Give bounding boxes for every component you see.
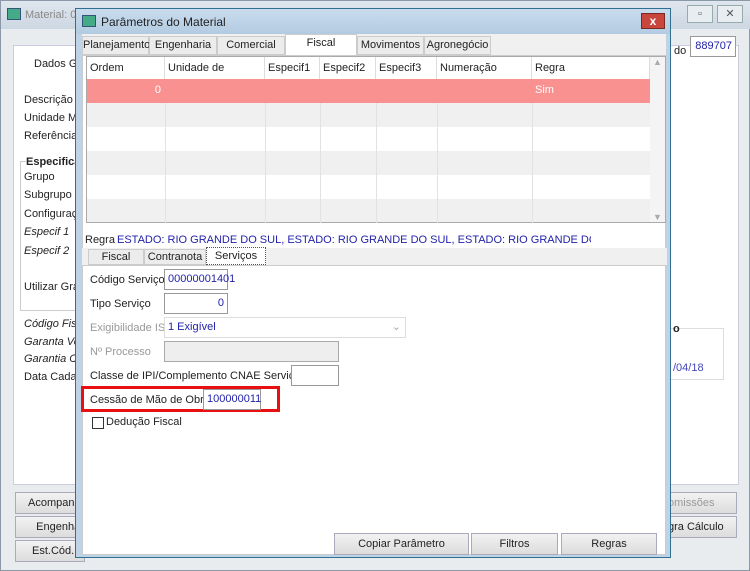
cell-regra: Sim [535,84,554,96]
tab-comercial[interactable]: Comercial [217,36,285,55]
col-ordem[interactable]: Ordem [87,57,165,79]
subtab-fiscal[interactable]: Fiscal [88,249,144,265]
dialog-icon [82,15,96,27]
codigo-servico-label: Código Serviço [90,274,165,286]
restore-button[interactable]: ▫ [687,5,713,23]
chevron-down-icon[interactable]: ⌄ [392,318,401,337]
parametros-dialog: Parâmetros do Material x Planejamento En… [75,8,671,558]
filtros-button[interactable]: Filtros [471,533,558,555]
exigibilidade-label: Exigibilidade ISS [90,322,173,334]
codigo-servico-input[interactable]: 00000001401 [164,269,235,290]
regra-value: ESTADO: RIO GRANDE DO SUL, ESTADO: RIO G… [117,234,591,246]
exigibilidade-value: 1 Exigível [168,321,216,333]
table-row-empty [87,175,650,199]
table-row[interactable]: 0 Sim [87,79,650,103]
deducao-fiscal-label: Dedução Fiscal [106,416,182,428]
classe-ipi-label: Classe de IPI/Complemento CNAE Serviço [90,370,301,382]
processo-label: Nº Processo [90,346,151,358]
table-row-empty [87,127,650,151]
col-especif3[interactable]: Especif3 [376,57,437,79]
classe-ipi-input[interactable] [291,365,339,386]
cessao-mao-obra-label: Cessão de Mão de Obra [90,394,210,406]
regras-button[interactable]: Regras [561,533,657,555]
col-numeracao[interactable]: Numeração [437,57,532,79]
close-dialog-button[interactable]: x [641,13,665,29]
parametros-grid: Ordem Unidade de Negócio Especif1 Especi… [86,56,666,223]
code-label: do [674,45,687,57]
subtab-servicos[interactable]: Serviços [206,247,266,265]
col-regra[interactable]: Regra [532,57,650,79]
close-main-button[interactable]: ✕ [717,5,743,23]
main-window-title: Material: 0 [25,9,77,21]
tab-movimentos[interactable]: Movimentos [357,36,424,55]
tipo-servico-input[interactable]: 0 [164,293,228,314]
table-row-empty [87,103,650,127]
processo-input[interactable] [164,341,339,362]
comissoes-button[interactable]: omissões [661,492,737,514]
app-icon [7,8,21,20]
regra-label: Regra [85,234,115,246]
tab-engenharia[interactable]: Engenharia [149,36,217,55]
dialog-body: Planejamento Engenharia Comercial Fiscal… [81,34,667,555]
label-especif2: Especif 2 [24,245,70,257]
scroll-down-icon[interactable]: ▼ [650,212,665,222]
tab-planejamento[interactable]: Planejamento [82,36,150,55]
grid-scrollbar[interactable]: ▲ ▼ [650,57,665,222]
label-subgrupo: Subgrupo [24,189,72,201]
cessao-mao-obra-input[interactable]: 100000011 [203,389,261,410]
col-especif1[interactable]: Especif1 [265,57,320,79]
col-unidade-negocio[interactable]: Unidade de Negócio [165,57,265,96]
col-especif2[interactable]: Especif2 [320,57,376,79]
group-title: Especifica [26,156,81,168]
tab-fiscal[interactable]: Fiscal [285,34,357,55]
fiscal-tab-panel: Ordem Unidade de Negócio Especif1 Especi… [81,55,667,555]
dialog-title: Parâmetros do Material [101,15,226,29]
right-group-title: o [673,323,680,335]
label-referencia: Referência [24,130,78,142]
scroll-up-icon[interactable]: ▲ [650,57,665,67]
tab-agronegocio[interactable]: Agronegócio [424,36,491,55]
right-date-value: /04/18 [673,362,704,374]
servicos-panel: Código Serviço 00000001401 Tipo Serviço … [81,265,667,535]
label-descricao: Descrição [24,94,73,106]
deducao-fiscal-checkbox[interactable] [92,417,104,429]
tipo-servico-label: Tipo Serviço [90,298,151,310]
label-grupo: Grupo [24,171,55,183]
label-especif1: Especif 1 [24,226,70,238]
exigibilidade-select[interactable]: 1 Exigível ⌄ [164,317,406,338]
label-garantia-venda: Garanta Ve [24,336,80,348]
dialog-title-bar: Parâmetros do Material x [76,9,670,34]
table-row-empty [87,199,650,222]
regra-calculo-button[interactable]: gra Cálculo [661,516,737,538]
sub-tabs: Fiscal Contranota Serviços [82,247,667,265]
subtab-contranota[interactable]: Contranota [144,249,206,265]
cell-ordem: 0 [154,84,161,96]
copiar-parametro-button[interactable]: Copiar Parâmetro [334,533,469,555]
code-field[interactable]: 889707 [690,36,736,57]
table-row-empty [87,151,650,175]
